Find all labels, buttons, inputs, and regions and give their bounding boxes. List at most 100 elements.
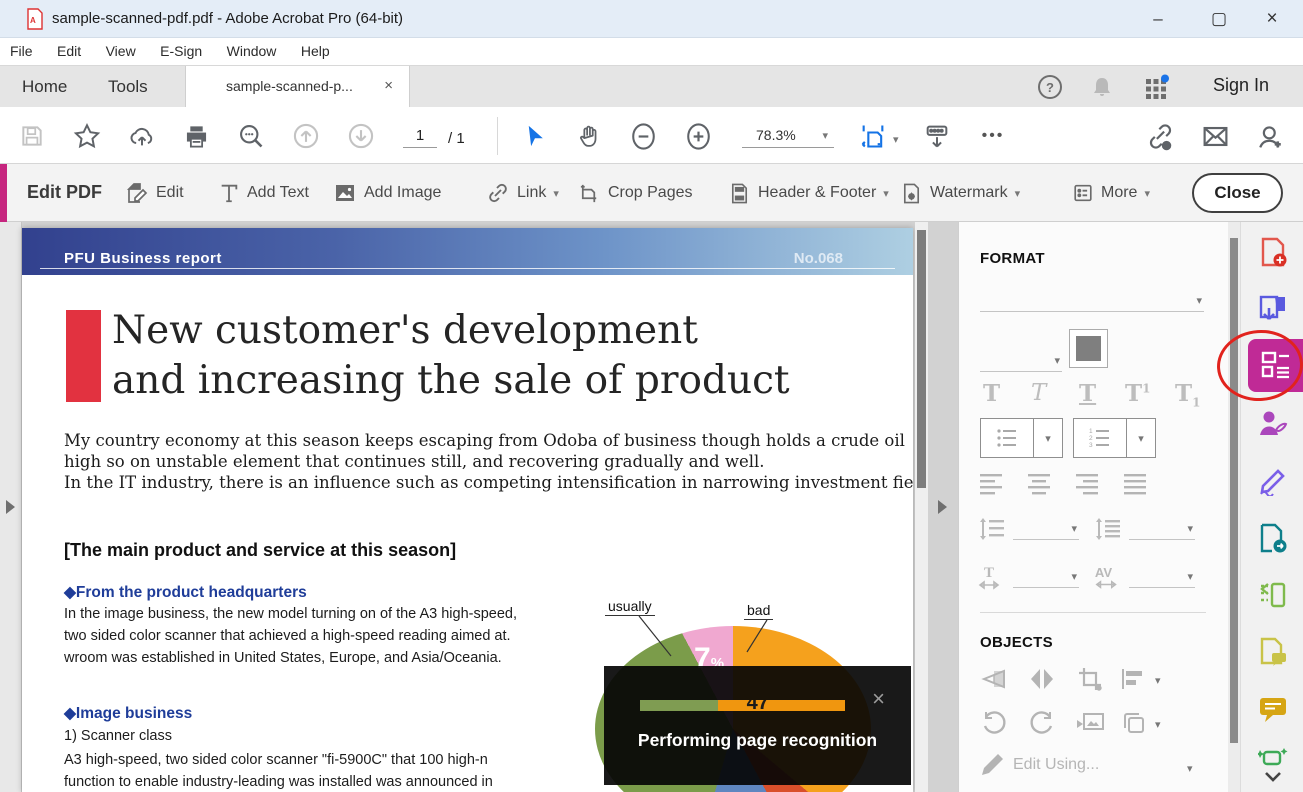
menu-esign[interactable]: E-Sign [160, 38, 202, 65]
zoom-level-select[interactable]: 78.3% ▾ [742, 127, 834, 148]
organize-pages-icon[interactable] [1258, 580, 1288, 610]
ai-assistant-icon[interactable] [1258, 746, 1288, 770]
comment-icon[interactable] [1258, 694, 1288, 724]
tab-tools[interactable]: Tools [104, 66, 152, 108]
flip-vertical-icon[interactable] [979, 664, 1009, 694]
paragraph-spacing-field[interactable]: ▾ [1129, 518, 1195, 540]
line-spacing-field[interactable]: ▾ [1013, 518, 1079, 540]
save-icon[interactable] [17, 121, 47, 151]
align-center-icon[interactable] [1025, 468, 1055, 498]
link-label: Link [517, 184, 546, 202]
bulleted-list-icon[interactable] [981, 419, 1034, 457]
add-image-button[interactable]: Add Image [333, 176, 441, 210]
chevron-down-icon[interactable]: ▾ [893, 133, 899, 146]
arrange-objects-icon[interactable] [1119, 708, 1149, 738]
add-text-button[interactable]: Add Text [218, 176, 309, 210]
edit-using-pencil-icon[interactable] [977, 750, 1007, 780]
align-left-icon[interactable] [977, 468, 1007, 498]
align-right-icon[interactable] [1073, 468, 1103, 498]
more-tools-icon[interactable]: ••• [978, 121, 1008, 151]
header-footer-button[interactable]: Header & Footer ▾ [728, 176, 889, 210]
search-icon[interactable] [236, 121, 266, 151]
numbered-list-group[interactable]: 123 ▾ [1073, 418, 1156, 458]
fill-and-sign-icon[interactable] [1258, 466, 1288, 496]
rotate-counterclockwise-icon[interactable] [979, 708, 1009, 738]
font-color-picker[interactable] [1069, 329, 1108, 368]
close-window-button[interactable]: × [1249, 0, 1295, 37]
zoom-out-icon[interactable] [628, 121, 658, 151]
collapse-right-pane-icon[interactable] [938, 500, 947, 514]
menu-window[interactable]: Window [227, 38, 277, 65]
next-page-icon[interactable] [346, 121, 376, 151]
superscript-button[interactable]: T1 [1125, 380, 1150, 407]
print-icon[interactable] [181, 121, 211, 151]
read-aloud-icon[interactable] [922, 121, 952, 151]
character-spacing-field[interactable]: ▾ [1129, 566, 1195, 588]
expand-left-pane-icon[interactable] [6, 500, 15, 514]
bulleted-list-group[interactable]: ▾ [980, 418, 1063, 458]
star-favorite-icon[interactable] [72, 121, 102, 151]
send-for-review-icon[interactable] [1258, 523, 1288, 553]
align-justify-icon[interactable] [1121, 468, 1151, 498]
page-number-input[interactable]: 1 [403, 127, 437, 148]
hand-tool-icon[interactable] [574, 121, 604, 151]
watermark-button[interactable]: Watermark ▾ [900, 176, 1020, 210]
menu-help[interactable]: Help [301, 38, 330, 65]
rotate-clockwise-icon[interactable] [1027, 708, 1057, 738]
tab-home[interactable]: Home [18, 66, 71, 108]
chevron-down-icon[interactable]: ▾ [1155, 718, 1161, 731]
horizontal-scale-field[interactable]: ▾ [1013, 566, 1079, 588]
document-scrollbar-thumb[interactable] [917, 230, 926, 488]
close-tab-icon[interactable]: × [384, 77, 393, 94]
crop-object-icon[interactable] [1075, 664, 1105, 694]
minimize-button[interactable]: – [1135, 0, 1181, 37]
add-contact-icon[interactable] [1255, 121, 1285, 151]
help-icon[interactable]: ? [1037, 74, 1063, 100]
chevron-down-icon: ▾ [1187, 570, 1193, 583]
sign-in-button[interactable]: Sign In [1213, 75, 1269, 96]
menu-edit[interactable]: Edit [57, 38, 81, 65]
edit-using-label[interactable]: Edit Using... [1013, 756, 1099, 774]
replace-image-icon[interactable] [1075, 708, 1105, 738]
bold-button[interactable]: T [983, 380, 1000, 407]
align-objects-icon[interactable] [1119, 664, 1149, 694]
menu-view[interactable]: View [106, 38, 136, 65]
menu-file[interactable]: File [10, 38, 33, 65]
compare-files-icon[interactable] [1258, 637, 1288, 667]
panel-scrollbar[interactable] [1228, 222, 1240, 792]
chevron-down-icon[interactable]: ▾ [1187, 762, 1193, 775]
request-signatures-icon[interactable] [1258, 408, 1288, 438]
export-pdf-icon[interactable] [1258, 294, 1288, 324]
crop-pages-button[interactable]: Crop Pages [578, 176, 693, 210]
previous-page-icon[interactable] [291, 121, 321, 151]
italic-button[interactable]: T [1031, 380, 1046, 406]
chevron-down-icon[interactable]: ▾ [1127, 419, 1155, 457]
app-grid-icon[interactable] [1143, 74, 1169, 100]
cloud-upload-icon[interactable] [127, 121, 157, 151]
share-link-icon[interactable] [1145, 121, 1175, 151]
maximize-button[interactable]: ▢ [1196, 0, 1242, 37]
link-button[interactable]: Link ▾ [486, 176, 559, 210]
notifications-bell-icon[interactable] [1089, 74, 1115, 100]
more-button[interactable]: More ▾ [1072, 176, 1150, 210]
close-edit-pdf-button[interactable]: Close [1192, 173, 1283, 213]
toast-close-icon[interactable]: × [872, 686, 885, 712]
select-tool-icon[interactable] [520, 121, 550, 151]
fit-width-icon[interactable] [858, 121, 888, 151]
subscript-button[interactable]: T1 [1175, 380, 1200, 410]
font-size-select[interactable]: ▾ [980, 350, 1062, 372]
numbered-list-icon[interactable]: 123 [1074, 419, 1127, 457]
flip-horizontal-icon[interactable] [1027, 664, 1057, 694]
chevron-down-icon[interactable]: ▾ [1155, 674, 1161, 687]
panel-scrollbar-thumb[interactable] [1230, 238, 1238, 743]
rail-chevron-down-icon[interactable] [1258, 770, 1288, 784]
edit-button[interactable]: Edit [125, 176, 184, 210]
document-scrollbar[interactable] [915, 222, 928, 792]
email-icon[interactable] [1200, 121, 1230, 151]
zoom-in-icon[interactable] [683, 121, 713, 151]
font-family-select[interactable]: ▾ [980, 290, 1204, 312]
chevron-down-icon[interactable]: ▾ [1034, 419, 1062, 457]
create-pdf-icon[interactable] [1258, 237, 1288, 267]
tab-document[interactable]: sample-scanned-p... × [185, 66, 410, 108]
underline-button[interactable]: T [1079, 380, 1096, 407]
